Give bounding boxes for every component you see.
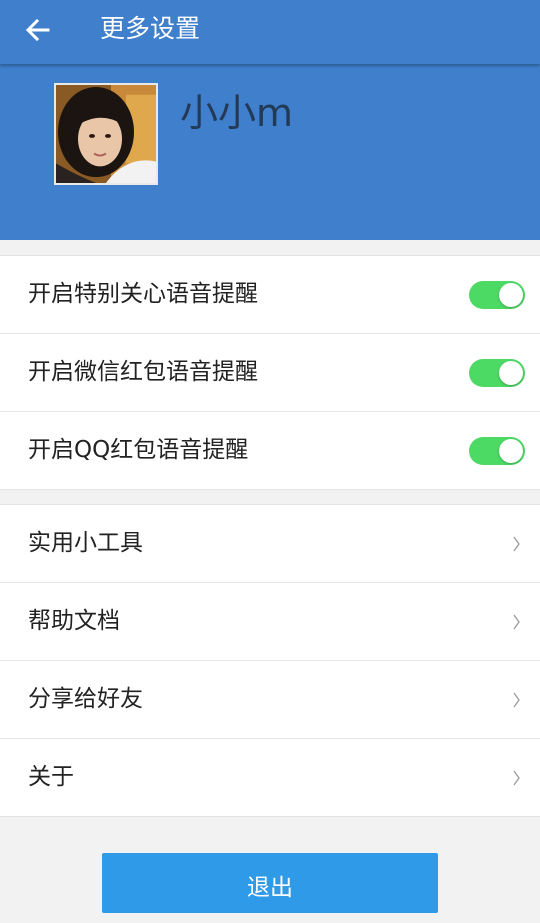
menu-item-label: 实用小工具 <box>28 530 143 556</box>
menu-item-share[interactable]: 分享给好友 <box>0 661 540 739</box>
menu-item-label: 帮助文档 <box>28 608 120 634</box>
toggle-label: 开启特别关心语音提醒 <box>28 281 258 307</box>
toggle-label: 开启微信红包语音提醒 <box>28 359 258 385</box>
switch-knob <box>499 439 523 463</box>
menu-item-about[interactable]: 关于 <box>0 739 540 816</box>
page-title: 更多设置 <box>100 14 201 43</box>
more-menu: 实用小工具 帮助文档 分享给好友 关于 <box>0 504 540 817</box>
menu-item-label: 分享给好友 <box>28 686 143 712</box>
logout-button[interactable]: 退出 <box>102 853 438 913</box>
qq-redpacket-voice-switch[interactable] <box>469 437 525 465</box>
voice-reminder-settings: 开启特别关心语音提醒 开启微信红包语音提醒 开启QQ红包语音提醒 <box>0 255 540 490</box>
menu-item-label: 关于 <box>28 764 74 790</box>
back-button[interactable] <box>18 10 58 50</box>
special-care-voice-switch[interactable] <box>469 281 525 309</box>
avatar-photo <box>56 85 156 183</box>
chevron-right-icon <box>512 611 522 633</box>
chevron-right-icon <box>512 689 522 711</box>
menu-item-help[interactable]: 帮助文档 <box>0 583 540 661</box>
chevron-right-icon <box>512 533 522 555</box>
toggle-row-qq-redpacket: 开启QQ红包语音提醒 <box>0 412 540 489</box>
toggle-row-wechat-redpacket: 开启微信红包语音提醒 <box>0 334 540 412</box>
arrow-left-icon <box>25 18 50 42</box>
toggle-label: 开启QQ红包语音提醒 <box>28 437 249 463</box>
chevron-right-icon <box>512 767 522 789</box>
switch-knob <box>499 361 523 385</box>
app-bar: 更多设置 <box>0 0 540 64</box>
avatar[interactable] <box>54 83 158 185</box>
toggle-row-special-care: 开启特别关心语音提醒 <box>0 256 540 334</box>
switch-knob <box>499 283 523 307</box>
wechat-redpacket-voice-switch[interactable] <box>469 359 525 387</box>
menu-item-tools[interactable]: 实用小工具 <box>0 505 540 583</box>
username: 小小m <box>180 91 294 135</box>
